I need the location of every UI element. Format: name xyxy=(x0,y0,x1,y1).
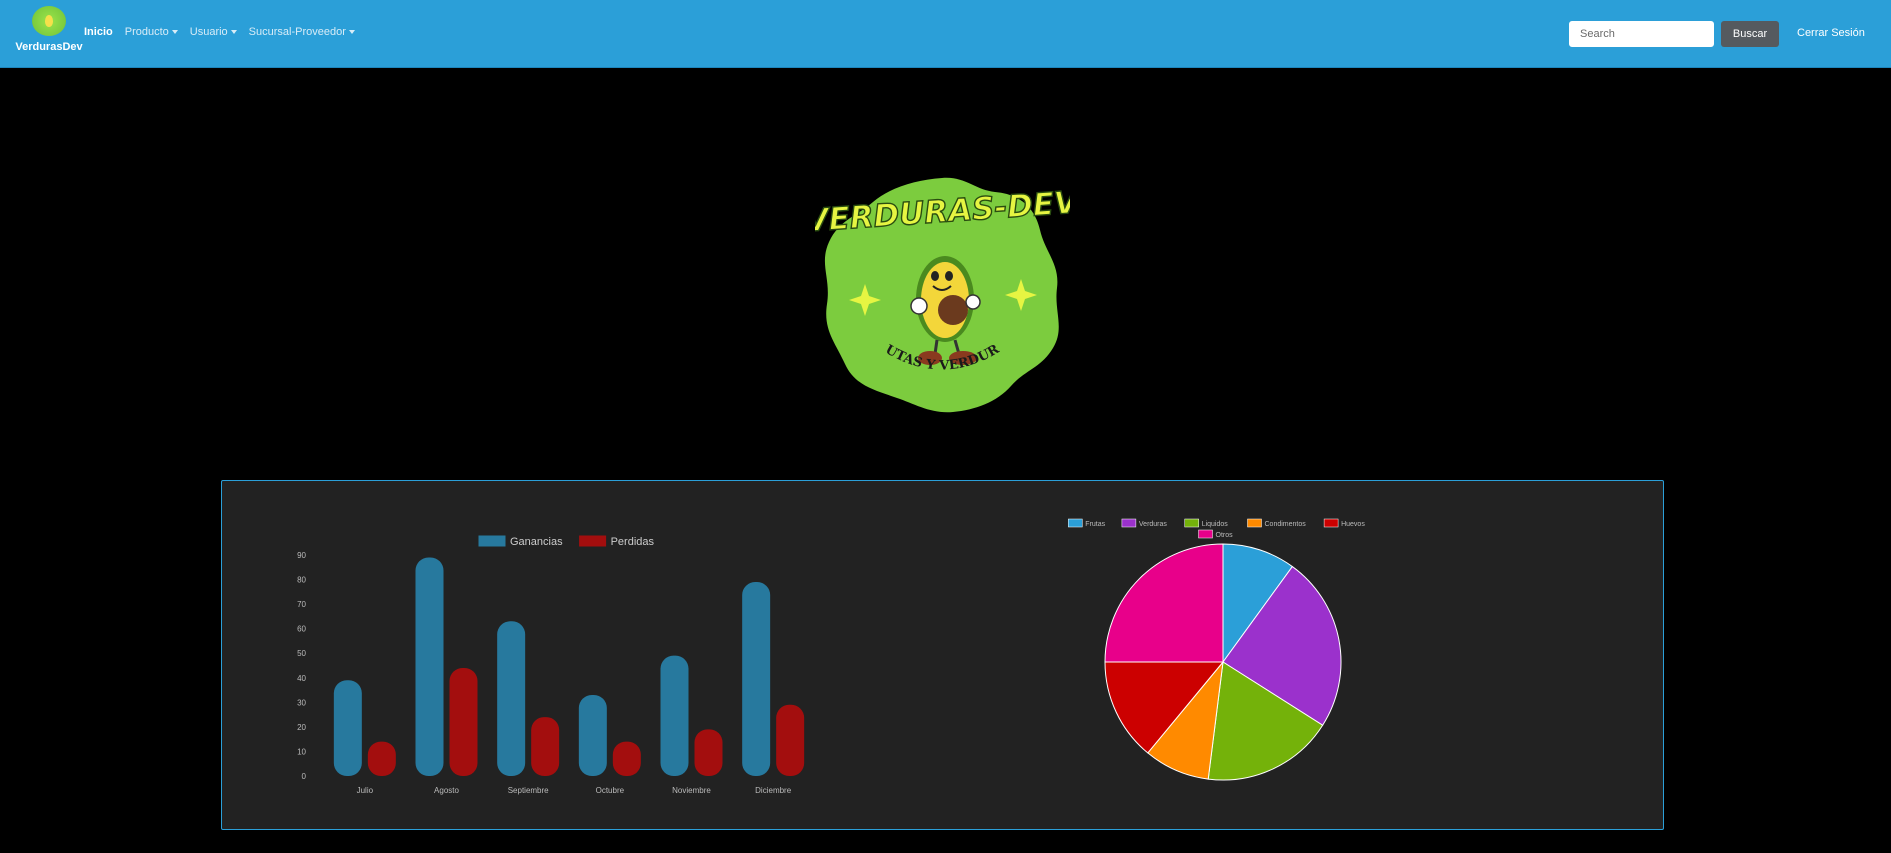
pie-legend-swatch xyxy=(1121,518,1137,528)
nav-link-sucursal-proveedor[interactable]: Sucursal-Proveedor xyxy=(249,26,355,38)
pie-legend-label: Otros xyxy=(1216,532,1234,539)
pie-legend-swatch xyxy=(1184,518,1199,528)
nav-links: Inicio Producto Usuario Sucursal-Proveed… xyxy=(84,26,367,38)
charts-panel: 0 10 20 30 40 50 60 70 80 90 Ganancias Perdidas Juli… xyxy=(221,480,1664,830)
hero-logo: VERDURAS-DEV FRUTAS Y VERDURAS xyxy=(803,161,1083,417)
logout-link[interactable]: Cerrar Sesión xyxy=(1797,27,1865,39)
brand-logo-icon xyxy=(32,6,66,36)
pie-chart: Frutas Verduras Liquidos Condimentos Huevos O… xyxy=(1068,518,1365,781)
pie-legend-swatch xyxy=(1068,518,1083,528)
pie-legend-swatch xyxy=(1247,518,1262,528)
pie-legend-label: Huevos xyxy=(1341,521,1365,528)
pie-legend-label: Condimentos xyxy=(1265,521,1307,528)
nav-link-label: Producto xyxy=(124,26,169,38)
brand[interactable]: VerdurasDev xyxy=(14,6,84,62)
nav-link-inicio[interactable]: Inicio xyxy=(84,26,113,38)
pie-slice-otros[interactable] xyxy=(1104,543,1224,663)
search-button[interactable]: Buscar xyxy=(1721,21,1779,47)
pie-legend-swatch xyxy=(1323,518,1339,528)
pie-legend-label: Frutas xyxy=(1085,521,1105,528)
nav-link-label: Sucursal-Proveedor xyxy=(248,26,346,38)
nav-link-label: Inicio xyxy=(84,26,113,38)
caret-down-icon xyxy=(348,30,355,35)
caret-down-icon xyxy=(230,30,237,35)
search-input[interactable] xyxy=(1569,21,1714,47)
nav-link-producto[interactable]: Producto xyxy=(125,26,178,38)
nav-link-usuario[interactable]: Usuario xyxy=(190,26,237,38)
pie-legend-label: Liquidos xyxy=(1202,521,1229,528)
nav-link-label: Usuario xyxy=(189,26,228,38)
caret-down-icon xyxy=(171,30,178,35)
brand-name: VerdurasDev xyxy=(15,41,83,53)
pie-legend-swatch xyxy=(1198,529,1213,539)
pie-legend-label: Verduras xyxy=(1139,521,1168,528)
top-navbar: VerdurasDev Inicio Producto Usuario Sucu… xyxy=(0,0,1891,68)
verduras-dev-logo-icon: VERDURAS-DEV FRUTAS Y VERDURAS xyxy=(803,161,1083,413)
